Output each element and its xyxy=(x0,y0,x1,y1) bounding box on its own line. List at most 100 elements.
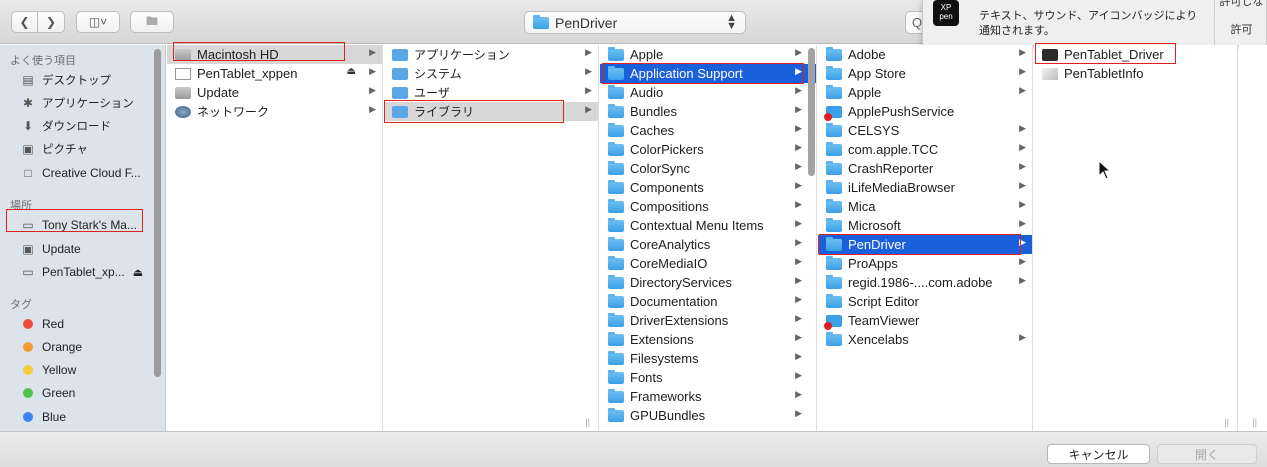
list-item-compositions[interactable]: Compositions ▶ xyxy=(600,197,816,216)
folder-icon xyxy=(608,369,624,384)
sidebar-scrollbar[interactable] xyxy=(154,49,161,377)
list-item-applications[interactable]: アプリケーション ▶ xyxy=(384,45,598,64)
folder-icon xyxy=(826,293,842,308)
list-item-colorsync[interactable]: ColorSync ▶ xyxy=(600,159,816,178)
list-item-network[interactable]: ネットワーク ▶ xyxy=(167,102,382,121)
list-item-coreanalytics[interactable]: CoreAnalytics ▶ xyxy=(600,235,816,254)
folder-icon xyxy=(826,331,842,346)
list-item-adobe[interactable]: Adobe ▶ xyxy=(818,45,1032,64)
sidebar-tag-green[interactable]: Green xyxy=(20,382,150,404)
sidebar-item-pictures[interactable]: ▣ ピクチャ xyxy=(20,138,150,160)
location-popup[interactable]: PenDriver ▲ ▼ xyxy=(524,11,746,34)
folder-icon xyxy=(608,217,624,232)
list-item-caches[interactable]: Caches ▶ xyxy=(600,121,816,140)
list-item-components[interactable]: Components ▶ xyxy=(600,178,816,197)
sidebar-item-applications[interactable]: ✱ アプリケーション xyxy=(20,92,150,114)
new-folder-icon: 🖿 xyxy=(145,13,158,28)
list-item-proapps[interactable]: ProApps ▶ xyxy=(818,254,1032,273)
list-item-pentabletinfo[interactable]: PenTabletInfo xyxy=(1034,64,1237,83)
sidebar-tag-yellow[interactable]: Yellow xyxy=(20,359,150,381)
system-folder-icon xyxy=(392,67,408,80)
list-item-xencelabs[interactable]: Xencelabs ▶ xyxy=(818,330,1032,349)
column-pendriver: PenTablet_Driver PenTabletInfo || xyxy=(1034,45,1238,431)
list-item-crashreporter[interactable]: CrashReporter ▶ xyxy=(818,159,1032,178)
list-item-apple[interactable]: Apple ▶ xyxy=(600,45,816,64)
list-item-update[interactable]: Update ▶ xyxy=(167,83,382,102)
list-item-contextual-menu-items[interactable]: Contextual Menu Items ▶ xyxy=(600,216,816,235)
highlight-box xyxy=(819,234,1021,255)
list-item-microsoft[interactable]: Microsoft ▶ xyxy=(818,216,1032,235)
chevron-left-icon: ❮ xyxy=(19,15,30,29)
list-item-regid-1986-com-adobe[interactable]: regid.1986-....com.adobe ▶ xyxy=(818,273,1032,292)
chevron-right-icon: ▶ xyxy=(1019,161,1026,171)
folder-icon xyxy=(608,141,624,156)
disk-icon: ▣ xyxy=(22,242,34,256)
list-item-gpubundles[interactable]: GPUBundles ▶ xyxy=(600,406,816,425)
list-item-app-store[interactable]: App Store ▶ xyxy=(818,64,1032,83)
sidebar-item-desktop[interactable]: ▤ デスクトップ xyxy=(20,69,150,91)
cancel-button[interactable]: キャンセル xyxy=(1047,444,1150,464)
chevron-right-icon: ▶ xyxy=(795,256,802,266)
list-item-celsys[interactable]: CELSYS ▶ xyxy=(818,121,1032,140)
list-item-ilifemediabrowser[interactable]: iLifeMediaBrowser ▶ xyxy=(818,178,1032,197)
list-item-driverextensions[interactable]: DriverExtensions ▶ xyxy=(600,311,816,330)
sidebar-tag-blue[interactable]: Blue xyxy=(20,406,150,428)
chevron-right-icon: ▶ xyxy=(795,218,802,228)
applications-folder-icon xyxy=(392,48,408,61)
list-item-bundles[interactable]: Bundles ▶ xyxy=(600,102,816,121)
column-view-icon: ◫˅ xyxy=(88,15,108,29)
list-item-applepushservice[interactable]: ApplePushService xyxy=(818,102,1032,121)
sidebar-item-downloads[interactable]: ⬇ ダウンロード xyxy=(20,115,150,137)
list-item-documentation[interactable]: Documentation ▶ xyxy=(600,292,816,311)
list-item-teamviewer[interactable]: TeamViewer xyxy=(818,311,1032,330)
back-button[interactable]: ❮ xyxy=(11,11,38,33)
list-item-colorpickers[interactable]: ColorPickers ▶ xyxy=(600,140,816,159)
library-scrollbar[interactable] xyxy=(808,48,815,176)
list-item-mica[interactable]: Mica ▶ xyxy=(818,197,1032,216)
chevron-right-icon: ▶ xyxy=(795,161,802,171)
list-item-extensions[interactable]: Extensions ▶ xyxy=(600,330,816,349)
orange-tag-icon xyxy=(23,342,33,352)
notification-banner: XP pen テキスト、サウンド、アイコンバッジにより通知されます。 許可しな … xyxy=(922,0,1267,46)
chevron-right-icon: ▶ xyxy=(1019,142,1026,152)
eject-icon[interactable]: ⏏ xyxy=(133,266,143,279)
column-resize-handle[interactable]: || xyxy=(585,417,590,427)
users-folder-icon xyxy=(392,86,408,99)
list-item-apple[interactable]: Apple ▶ xyxy=(818,83,1032,102)
new-folder-button[interactable]: 🖿 xyxy=(130,11,174,33)
view-mode-button[interactable]: ◫˅ xyxy=(76,11,120,33)
sidebar-tag-red[interactable]: Red xyxy=(20,313,150,335)
sidebar-item-creative-cloud[interactable]: □ Creative Cloud F... xyxy=(20,162,150,184)
folder-icon xyxy=(826,65,842,80)
eject-icon[interactable]: ⏏ xyxy=(347,66,356,77)
chevron-right-icon: ▶ xyxy=(1019,275,1026,285)
favorites-header: よく使う項目 xyxy=(10,54,76,67)
network-icon xyxy=(175,105,191,118)
sidebar-tag-orange[interactable]: Orange xyxy=(20,336,150,358)
open-button[interactable]: 開く xyxy=(1157,444,1257,464)
list-item-fonts[interactable]: Fonts ▶ xyxy=(600,368,816,387)
list-item-system[interactable]: システム ▶ xyxy=(384,64,598,83)
folder-icon xyxy=(608,350,624,365)
chevron-right-icon: ▶ xyxy=(585,85,592,95)
sidebar-item-update[interactable]: ▣ Update xyxy=(20,238,150,260)
column-resize-handle[interactable]: || xyxy=(1252,417,1257,427)
list-item-script-editor[interactable]: Script Editor xyxy=(818,292,1032,311)
desktop-icon: ▤ xyxy=(22,73,34,87)
chevron-right-icon: ▶ xyxy=(795,237,802,247)
highlight-box xyxy=(602,63,804,84)
pentabletinfo-app-icon xyxy=(1042,67,1058,80)
chevron-right-icon: ▶ xyxy=(795,313,802,323)
folder-icon: □ xyxy=(24,166,32,180)
sidebar-item-pentablet[interactable]: ▭ PenTablet_xp... ⏏ xyxy=(20,261,150,283)
list-item-com-apple-tcc[interactable]: com.apple.TCC ▶ xyxy=(818,140,1032,159)
column-resize-handle[interactable]: || xyxy=(1224,417,1229,427)
list-item-coremediaio[interactable]: CoreMediaIO ▶ xyxy=(600,254,816,273)
list-item-pentablet-xppen[interactable]: PenTablet_xppen ⏏ ▶ xyxy=(167,64,382,83)
allow-button[interactable]: 許可 xyxy=(1215,0,1267,46)
list-item-filesystems[interactable]: Filesystems ▶ xyxy=(600,349,816,368)
forward-button[interactable]: ❯ xyxy=(38,11,65,33)
list-item-directoryservices[interactable]: DirectoryServices ▶ xyxy=(600,273,816,292)
list-item-frameworks[interactable]: Frameworks ▶ xyxy=(600,387,816,406)
list-item-audio[interactable]: Audio ▶ xyxy=(600,83,816,102)
